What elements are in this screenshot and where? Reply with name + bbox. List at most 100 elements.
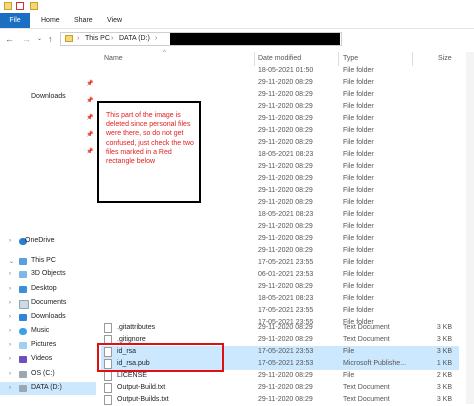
date-cell: 29-11-2020 08:29 <box>258 199 313 206</box>
highlight-rectangle <box>97 343 224 372</box>
date-cell: 18-05-2021 08:23 <box>258 211 314 218</box>
new-folder-icon[interactable] <box>30 2 38 10</box>
date-cell: 17-05-2021 23:55 <box>258 259 314 266</box>
column-header-size[interactable]: Size <box>438 55 452 62</box>
breadcrumb-drive[interactable]: DATA (D:) <box>119 35 150 42</box>
chevron-right-icon[interactable]: › <box>9 238 11 244</box>
size-cell: 3 KB <box>436 336 452 343</box>
chevron-right-icon[interactable]: › <box>9 314 11 320</box>
chevron-right-icon[interactable]: › <box>9 328 11 334</box>
column-divider[interactable] <box>338 52 339 66</box>
file-name[interactable]: Output-Builds.txt <box>117 396 169 403</box>
chevron-right-icon[interactable]: › <box>9 385 11 391</box>
up-icon[interactable]: ↑ <box>48 33 53 45</box>
file-name[interactable]: LICENSE <box>117 372 147 379</box>
type-cell: File folder <box>343 139 374 146</box>
nav-item-onedrive[interactable]: OneDrive <box>25 237 55 244</box>
type-cell: File folder <box>343 79 374 86</box>
drive-icon <box>19 371 27 378</box>
documents-icon <box>19 300 29 309</box>
type-cell: File folder <box>343 91 374 98</box>
date-cell: 29-11-2020 08:29 <box>258 283 313 290</box>
file-icon <box>104 383 112 393</box>
nav-item-music[interactable]: Music <box>31 327 49 334</box>
type-cell: File <box>343 348 355 355</box>
type-cell: File folder <box>343 247 374 254</box>
column-divider[interactable] <box>254 52 255 66</box>
pin-icon: 📌 <box>86 132 94 138</box>
redacted-path <box>170 33 340 45</box>
chevron-right-icon[interactable]: › <box>9 300 11 306</box>
date-cell: 29-11-2020 08:29 <box>258 175 313 182</box>
folder-icon[interactable] <box>4 2 12 10</box>
breadcrumb-this-pc[interactable]: This PC <box>85 35 110 42</box>
chevron-right-icon: › <box>155 35 158 42</box>
chevron-right-icon[interactable]: › <box>9 286 11 292</box>
column-header-name[interactable]: Name <box>104 55 123 62</box>
properties-icon[interactable] <box>16 2 24 10</box>
date-cell: 29-11-2020 08:29 <box>258 372 313 379</box>
date-cell: 29-11-2020 08:29 <box>258 163 313 170</box>
type-cell: File folder <box>343 211 374 218</box>
file-name[interactable]: .gitattributes <box>117 324 155 331</box>
ribbon <box>0 13 474 29</box>
date-cell: 29-11-2020 08:29 <box>258 384 313 391</box>
date-cell: 17-05-2021 23:53 <box>258 360 314 367</box>
type-cell: Text Document <box>343 324 390 331</box>
type-cell: File folder <box>343 103 374 110</box>
pin-icon: 📌 <box>86 81 94 87</box>
recent-dropdown-icon[interactable]: ⌄ <box>37 33 42 45</box>
date-cell: 29-11-2020 08:29 <box>258 139 313 146</box>
file-name[interactable]: Output-Build.txt <box>117 384 165 391</box>
type-cell: File folder <box>343 259 374 266</box>
size-cell: 3 KB <box>436 324 452 331</box>
nav-item-os-c[interactable]: OS (C:) <box>31 370 55 377</box>
nav-item-documents[interactable]: Documents <box>31 299 66 306</box>
music-icon <box>19 328 27 335</box>
type-cell: File folder <box>343 307 374 314</box>
date-cell: 29-11-2020 08:29 <box>258 235 313 242</box>
date-cell: 29-11-2020 08:29 <box>258 336 313 343</box>
tab-share[interactable]: Share <box>74 13 93 28</box>
tab-home[interactable]: Home <box>41 13 60 28</box>
cube-icon <box>19 271 27 278</box>
forward-icon[interactable]: → <box>22 33 31 45</box>
size-cell: 1 KB <box>436 360 452 367</box>
tab-view[interactable]: View <box>107 13 122 28</box>
date-cell: 29-11-2020 08:29 <box>258 324 313 331</box>
chevron-down-icon[interactable]: ⌄ <box>9 258 14 265</box>
nav-item-downloads[interactable]: Downloads <box>31 313 66 320</box>
nav-item-data-d[interactable]: DATA (D:) <box>31 384 62 391</box>
type-cell: File folder <box>343 175 374 182</box>
column-header-type[interactable]: Type <box>343 55 358 62</box>
videos-icon <box>19 356 27 363</box>
chevron-right-icon[interactable]: › <box>9 356 11 362</box>
type-cell: File folder <box>343 151 374 158</box>
size-cell: 3 KB <box>436 348 452 355</box>
sort-up-icon: ^ <box>163 50 166 56</box>
back-icon[interactable]: ← <box>5 33 14 45</box>
type-cell: File folder <box>343 223 374 230</box>
file-name[interactable]: .gitignore <box>117 336 146 343</box>
chevron-right-icon[interactable]: › <box>9 271 11 277</box>
nav-item-downloads-quick[interactable]: Downloads <box>31 93 66 100</box>
chevron-right-icon[interactable]: › <box>9 342 11 348</box>
date-cell: 29-11-2020 08:29 <box>258 396 313 403</box>
nav-item-pictures[interactable]: Pictures <box>31 341 56 348</box>
tab-file[interactable]: File <box>0 13 30 28</box>
vertical-scrollbar[interactable] <box>466 52 474 404</box>
nav-item-desktop[interactable]: Desktop <box>31 285 57 292</box>
nav-item-videos[interactable]: Videos <box>31 355 52 362</box>
date-cell: 29-11-2020 08:29 <box>258 103 313 110</box>
nav-item-this-pc[interactable]: This PC <box>31 257 56 264</box>
nav-item-3d-objects[interactable]: 3D Objects <box>31 270 66 277</box>
date-cell: 29-11-2020 08:29 <box>258 247 313 254</box>
date-cell: 29-11-2020 08:29 <box>258 127 313 134</box>
type-cell: File folder <box>343 67 374 74</box>
column-divider[interactable] <box>412 52 413 66</box>
type-cell: File folder <box>343 271 374 278</box>
type-cell: File folder <box>343 127 374 134</box>
column-header-date[interactable]: Date modified <box>258 55 301 62</box>
pin-icon: 📌 <box>86 98 94 104</box>
chevron-right-icon[interactable]: › <box>9 371 11 377</box>
